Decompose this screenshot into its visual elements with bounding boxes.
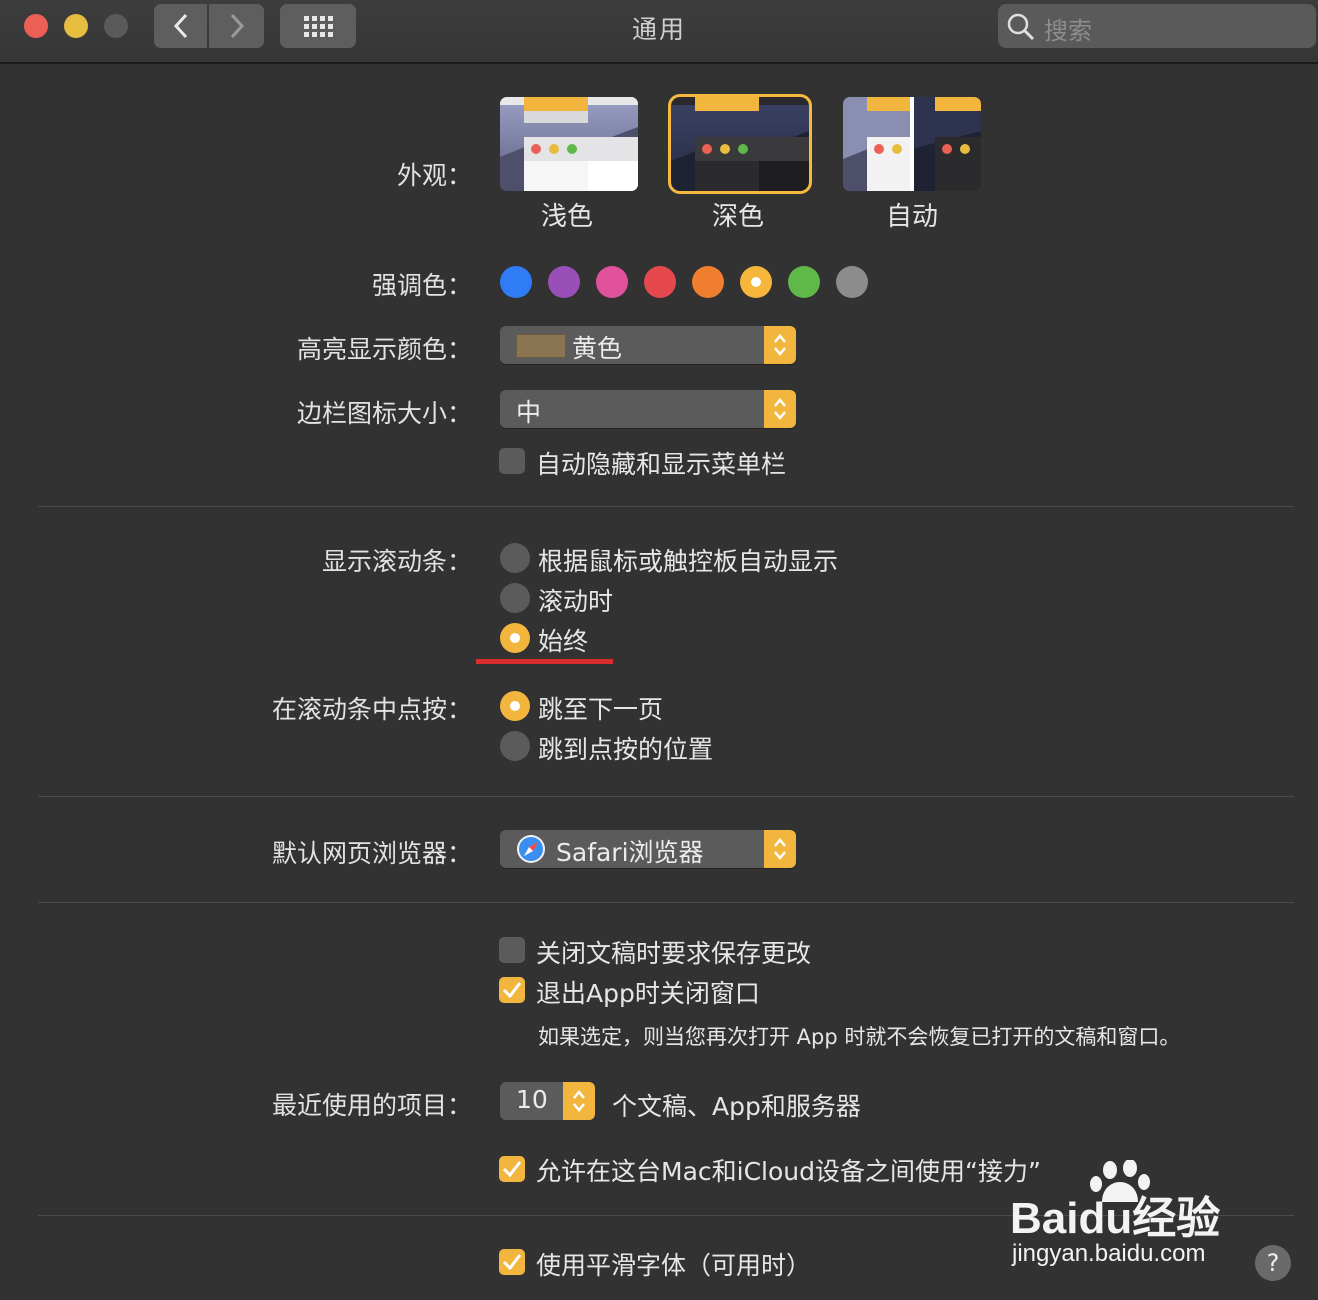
appearance-light-caption: 浅色 — [540, 202, 593, 232]
checkmark-icon — [502, 1161, 522, 1178]
default-browser-popup[interactable]: Safari浏览器 — [500, 830, 796, 868]
highlight-value: 黄色 — [572, 334, 623, 363]
sidebar-icon-size-value: 中 — [516, 398, 542, 427]
autohide-menubar-checkbox[interactable] — [499, 448, 525, 474]
search-field[interactable]: 搜索 — [998, 4, 1316, 48]
scrollbars-always-radio[interactable] — [500, 623, 530, 653]
search-icon — [1007, 13, 1035, 41]
autohide-menubar-label: 自动隐藏和显示菜单栏 — [536, 450, 787, 479]
recent-items-value: 10 — [516, 1085, 548, 1114]
popup-arrows — [764, 326, 796, 364]
popup-arrows — [764, 390, 796, 428]
appearance-auto-caption: 自动 — [885, 202, 938, 232]
accent-label: 强调色： — [371, 271, 472, 300]
selected-indicator — [751, 277, 761, 287]
jump-to-spot-radio[interactable] — [500, 731, 530, 761]
accent-color-swatch[interactable] — [788, 266, 820, 298]
jump-to-spot-label: 跳到点按的位置 — [538, 735, 714, 764]
show-scrollbars-label: 显示滚动条： — [321, 547, 472, 576]
scrollbars-auto-radio[interactable] — [500, 543, 530, 573]
highlight-color-popup[interactable]: 黄色 — [500, 326, 796, 364]
accent-color-swatch[interactable] — [740, 266, 772, 298]
close-windows-label: 退出App时关闭窗口 — [536, 979, 760, 1008]
font-smoothing-checkbox[interactable] — [499, 1249, 525, 1275]
appearance-dark-thumb[interactable] — [668, 94, 812, 194]
popup-arrows — [563, 1082, 595, 1120]
up-down-chevron-icon — [573, 1090, 585, 1112]
accent-color-swatch[interactable] — [644, 266, 676, 298]
search-placeholder: 搜索 — [1044, 17, 1092, 45]
default-browser-label: 默认网页浏览器： — [271, 839, 472, 868]
jump-next-page-label: 跳至下一页 — [538, 695, 664, 724]
font-smoothing-label: 使用平滑字体（可用时） — [536, 1251, 812, 1280]
baidu-watermark: Baidu经验 jingyan.baidu.com — [1010, 1160, 1260, 1272]
scrollbars-when-scrolling-radio[interactable] — [500, 583, 530, 613]
accent-color-swatch[interactable] — [836, 266, 868, 298]
up-down-chevron-icon — [774, 334, 786, 356]
accent-color-swatch[interactable] — [596, 266, 628, 298]
help-button[interactable]: ? — [1255, 1245, 1291, 1281]
ask-save-label: 关闭文稿时要求保存更改 — [536, 939, 812, 968]
recent-items-suffix: 个文稿、App和服务器 — [612, 1092, 861, 1121]
close-windows-note: 如果选定，则当您再次打开 App 时就不会恢复已打开的文稿和窗口。 — [538, 1025, 1181, 1049]
highlight-color-chip — [516, 334, 566, 358]
accent-color-swatch[interactable] — [548, 266, 580, 298]
checkmark-icon — [502, 982, 522, 999]
accent-color-swatch[interactable] — [692, 266, 724, 298]
annotation-underline — [476, 659, 613, 664]
default-browser-value: Safari浏览器 — [556, 838, 704, 867]
recent-items-label: 最近使用的项目： — [271, 1091, 472, 1120]
scrollbar-click-label: 在滚动条中点按： — [271, 695, 472, 724]
watermark-brand: Baidu经验 — [1010, 1194, 1221, 1243]
scrollbars-always-label: 始终 — [538, 627, 589, 656]
scrollbars-auto-label: 根据鼠标或触控板自动显示 — [538, 547, 839, 576]
checkmark-icon — [502, 1254, 522, 1271]
accent-color-swatch[interactable] — [500, 266, 532, 298]
handoff-checkbox[interactable] — [499, 1156, 525, 1182]
jump-next-page-radio[interactable] — [500, 691, 530, 721]
scrollbars-when-scrolling-label: 滚动时 — [538, 587, 614, 616]
recent-items-popup[interactable]: 10 — [500, 1082, 595, 1120]
appearance-label: 外观： — [396, 161, 472, 190]
divider — [38, 796, 1294, 797]
divider — [38, 902, 1294, 903]
safari-compass-icon — [517, 835, 545, 863]
title-bar: 通用 搜索 — [0, 0, 1318, 64]
ask-save-checkbox[interactable] — [499, 937, 525, 963]
light-mode-preview-icon — [500, 97, 638, 191]
highlight-label: 高亮显示颜色： — [296, 335, 472, 364]
sidebar-icon-size-label: 边栏图标大小： — [296, 399, 472, 428]
up-down-chevron-icon — [774, 838, 786, 860]
close-windows-checkbox[interactable] — [499, 977, 525, 1003]
watermark-url: jingyan.baidu.com — [1012, 1240, 1206, 1267]
appearance-dark-caption: 深色 — [711, 202, 764, 232]
appearance-auto-thumb[interactable] — [843, 97, 981, 191]
popup-arrows — [764, 830, 796, 868]
sidebar-icon-size-popup[interactable]: 中 — [500, 390, 796, 428]
up-down-chevron-icon — [774, 398, 786, 420]
handoff-label: 允许在这台Mac和iCloud设备之间使用“接力” — [536, 1157, 1041, 1186]
dark-mode-preview-icon — [671, 97, 809, 191]
appearance-light-thumb[interactable] — [500, 97, 638, 191]
divider — [38, 506, 1294, 507]
auto-mode-preview-icon — [843, 97, 981, 191]
